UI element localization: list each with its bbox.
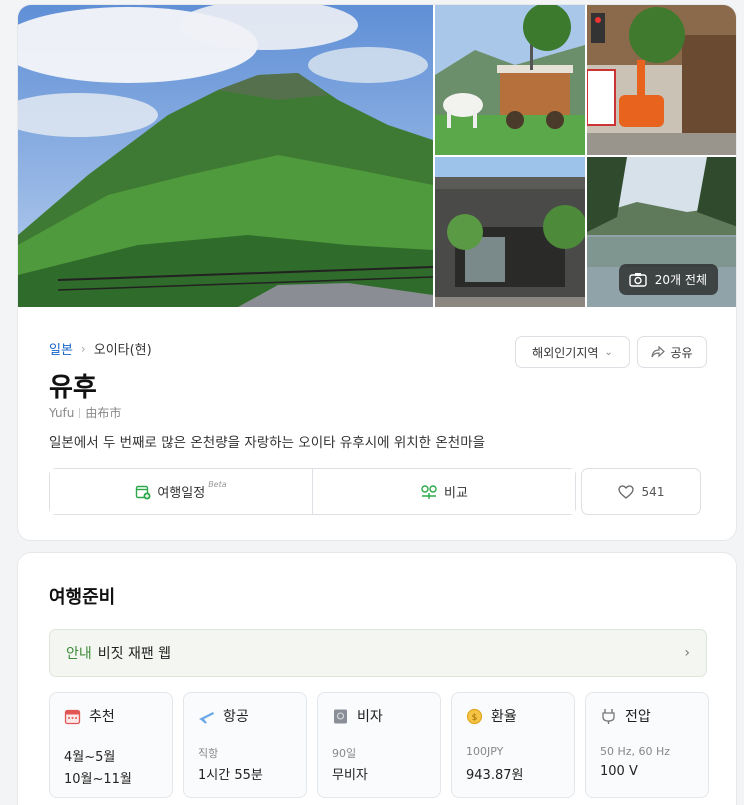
plug-icon	[602, 708, 615, 724]
calendar-icon	[64, 709, 81, 724]
like-button[interactable]: 541	[581, 468, 701, 515]
currency-icon: $	[466, 708, 483, 724]
view-all-photos-button[interactable]: 20개 전체	[618, 264, 718, 295]
passport-icon	[334, 709, 347, 723]
info-sub: 직항	[198, 747, 219, 760]
destination-title: 유후	[49, 373, 97, 403]
chevron-right-icon: ›	[80, 341, 86, 356]
info-value: 4월~5월	[64, 750, 116, 765]
info-label: 비자	[357, 709, 383, 725]
travel-prep-title: 여행준비	[49, 587, 116, 608]
divider	[79, 407, 81, 418]
breadcrumb-region: 오이타(현)	[93, 343, 152, 358]
share-label: 공유	[670, 345, 693, 360]
main-photo-mountain[interactable]	[18, 5, 433, 307]
destination-subtitle: Yufu 由布市	[49, 404, 121, 421]
info-sub: 90일	[332, 747, 357, 760]
travel-prep-card: 여행준비 안내 비짓 재팬 웹 › 추천 4월~5월 10월~11월 항공 직항…	[17, 552, 737, 805]
info-value: 100 V	[600, 764, 638, 779]
info-value: 1시간 55분	[198, 768, 263, 783]
share-button[interactable]: 공유	[637, 336, 707, 368]
destination-romanized: Yufu	[49, 405, 75, 420]
info-value: 무비자	[332, 768, 368, 783]
action-group: 여행일정 Beta 비교	[49, 468, 576, 515]
popular-region-label: 해외인기지역	[532, 345, 599, 360]
guide-label: 비짓 재팬 웹	[97, 646, 172, 662]
photo-horse-carriage[interactable]	[435, 5, 585, 155]
itinerary-label: 여행일정	[157, 486, 206, 501]
info-card-visa[interactable]: 비자 90일 무비자	[317, 692, 441, 798]
info-card-flight[interactable]: 항공 직항 1시간 55분	[183, 692, 307, 798]
info-value: 943.87원	[466, 768, 524, 783]
beta-badge: Beta	[208, 480, 227, 489]
info-card-exchange-rate[interactable]: $ 환율 100JPY 943.87원	[451, 692, 575, 798]
breadcrumb-country-link[interactable]: 일본	[49, 339, 73, 358]
compare-button[interactable]: 비교	[312, 469, 575, 514]
info-label: 전압	[625, 709, 651, 725]
chevron-right-icon: ›	[684, 645, 690, 661]
info-card-season[interactable]: 추천 4월~5월 10월~11월	[49, 692, 173, 798]
photo-count-label: 20개 전체	[654, 273, 707, 287]
info-sub: 50 Hz, 60 Hz	[600, 745, 671, 758]
photo-lake[interactable]: 20개 전체	[587, 157, 736, 307]
photo-wooden-building[interactable]	[435, 157, 585, 307]
airplane-icon	[199, 711, 214, 723]
info-label: 환율	[491, 709, 517, 725]
itinerary-button[interactable]: 여행일정 Beta	[50, 469, 312, 514]
destination-card: 20개 전체 일본 › 오이타(현) 해외인기지역 ⌄ 공유 유후 Yufu 由…	[17, 4, 737, 541]
chevron-down-icon: ⌄	[604, 346, 613, 358]
camera-icon	[629, 273, 647, 287]
share-icon	[651, 346, 666, 358]
info-label: 추천	[89, 709, 115, 725]
itinerary-calendar-icon	[136, 485, 151, 499]
like-count: 541	[641, 484, 665, 499]
svg-text:$: $	[472, 713, 478, 723]
breadcrumb: 일본 › 오이타(현)	[49, 339, 152, 359]
info-value-secondary: 10월~11월	[64, 772, 132, 787]
popular-region-dropdown[interactable]: 해외인기지역 ⌄	[515, 336, 630, 368]
photo-street-sign[interactable]	[587, 5, 736, 155]
info-sub: 100JPY	[466, 745, 504, 758]
guide-tag: 안내	[66, 646, 92, 662]
visit-japan-web-guide-link[interactable]: 안내 비짓 재팬 웹 ›	[49, 629, 707, 677]
compare-icon	[421, 484, 437, 499]
info-label: 항공	[223, 709, 249, 725]
destination-native-name: 由布市	[85, 406, 122, 420]
heart-icon	[617, 484, 634, 499]
travel-info-row: 추천 4월~5월 10월~11월 항공 직항 1시간 55분 비자 90일 무비…	[49, 692, 709, 798]
info-card-voltage[interactable]: 전압 50 Hz, 60 Hz 100 V	[585, 692, 709, 798]
compare-label: 비교	[444, 486, 468, 501]
destination-description: 일본에서 두 번째로 많은 온천량을 자랑하는 오이타 유후시에 위치한 온천마…	[49, 435, 486, 451]
